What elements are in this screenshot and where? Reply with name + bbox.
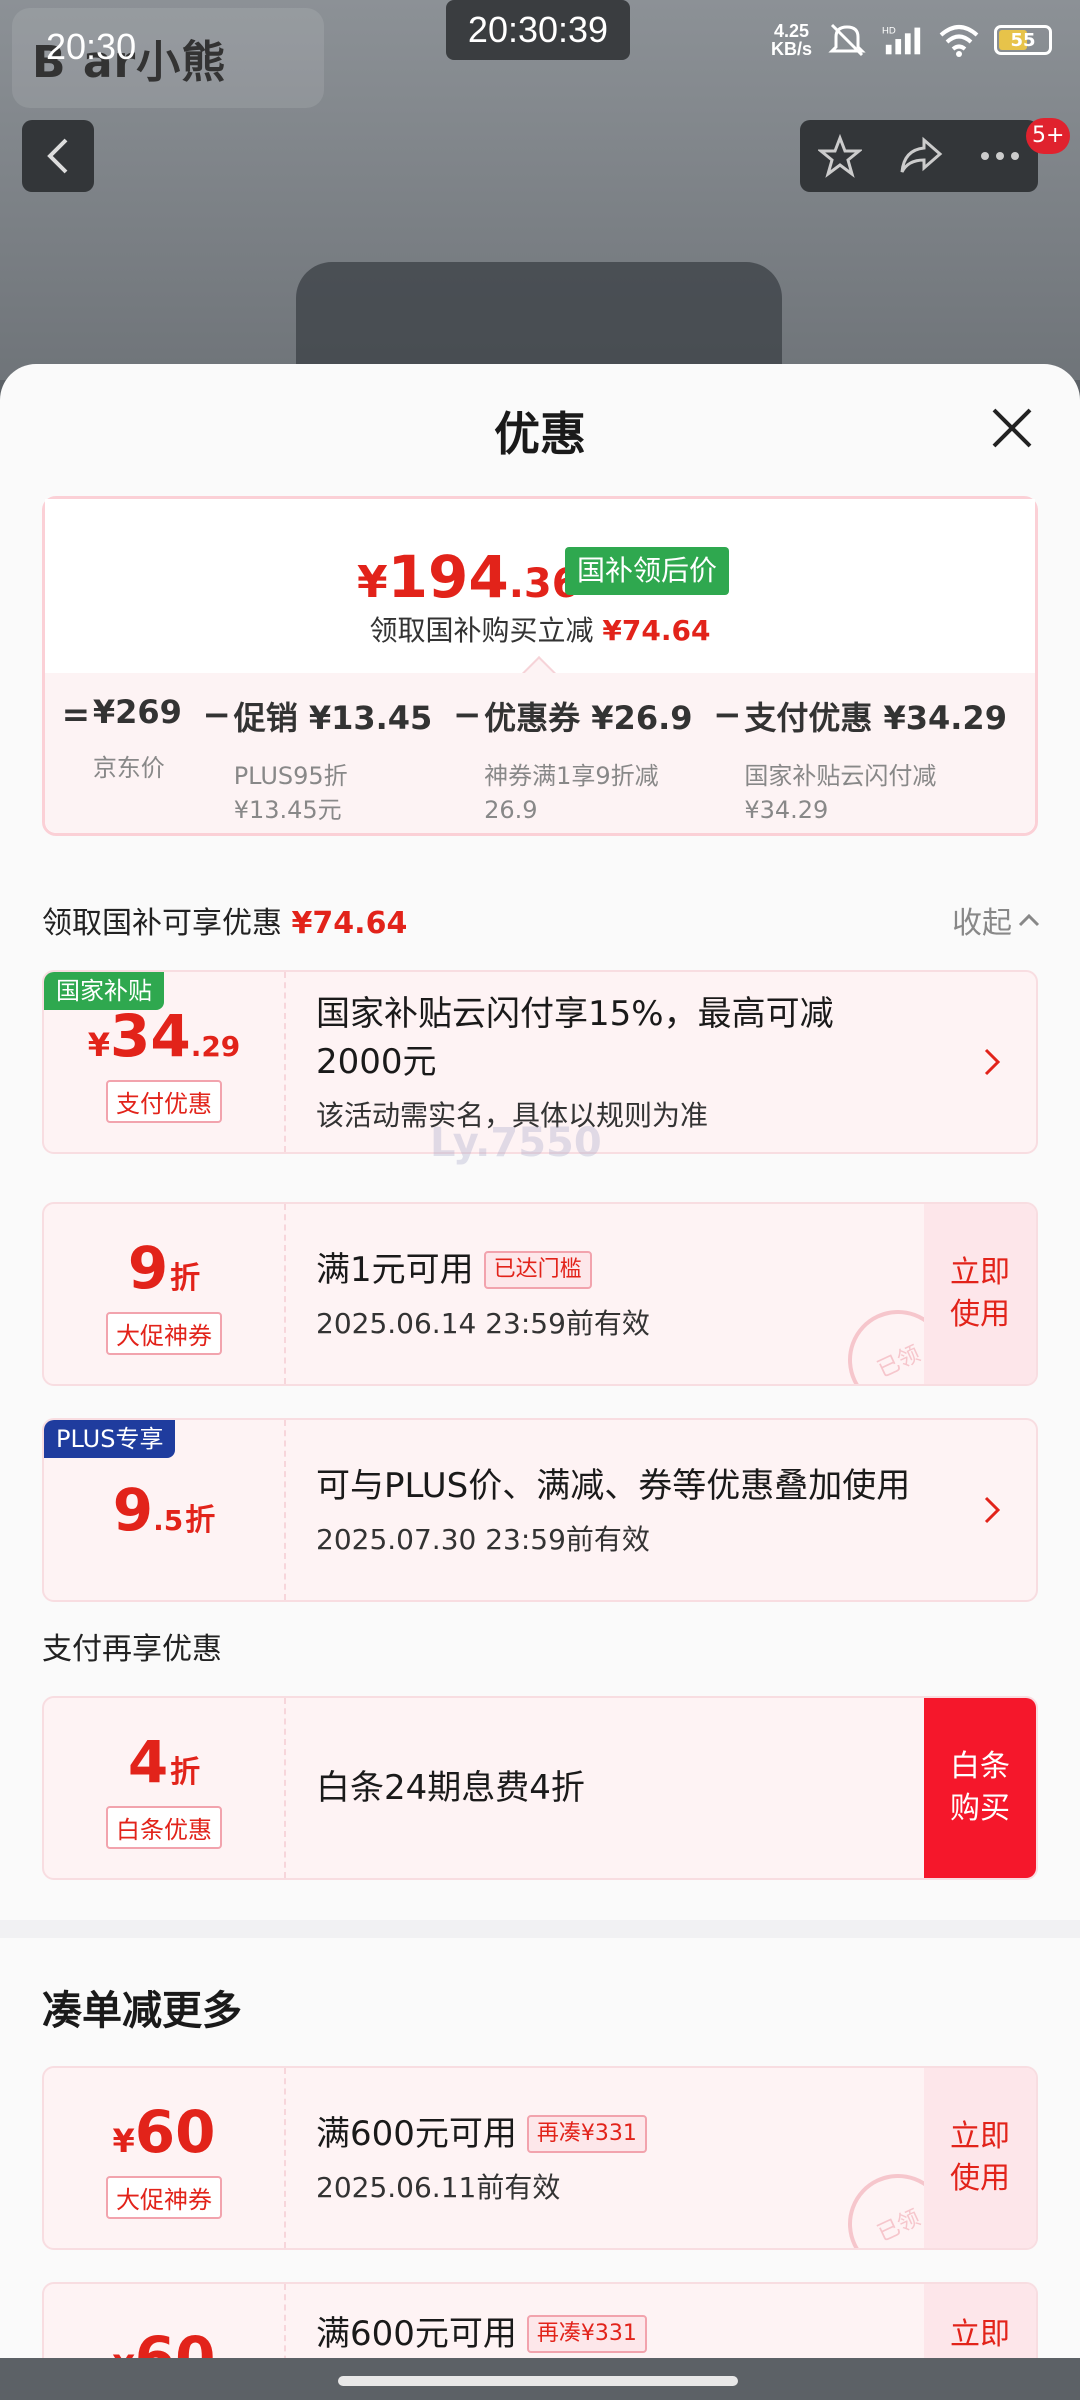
coupon-text: 满1元可用 已达门槛 2025.06.14 23:59前有效 bbox=[316, 1250, 650, 1340]
minus-sign: − bbox=[713, 695, 742, 735]
chevron-right-icon bbox=[984, 1496, 1001, 1524]
net-speed: 4.25 KB/s bbox=[770, 21, 812, 59]
coupon-value: 4折 白条优惠 bbox=[44, 1698, 286, 1878]
coupon-tag: 支付优惠 bbox=[106, 1079, 222, 1123]
coupon-600-threshold[interactable]: ¥60 大促神券 满600元可用 再凑¥331 2025.06.11前有效 已领 … bbox=[42, 2066, 1038, 2250]
use-now-button[interactable]: 立即 使用 bbox=[924, 2068, 1036, 2248]
star-icon[interactable] bbox=[818, 134, 862, 178]
reduce-line: 领取国补购买立减 ¥74.64 bbox=[369, 614, 711, 647]
section-subsidy-header: 领取国补可享优惠 ¥74.64 bbox=[42, 906, 408, 941]
status-clock: 20:30:39 bbox=[446, 0, 630, 60]
baitiao-buy-button[interactable]: 白条 购买 bbox=[924, 1698, 1036, 1878]
notification-badge: 5+ bbox=[1026, 118, 1071, 154]
coupon-text: 白条24期息费4折 bbox=[316, 1768, 585, 1808]
coupon-text: 满600元可用 再凑¥331 2025.06.11前有效 bbox=[316, 2068, 916, 2248]
svg-text:HD: HD bbox=[882, 25, 896, 36]
minus-sign: − bbox=[202, 695, 232, 735]
watermark: Ly.7550 bbox=[430, 1120, 602, 1166]
status-icons: 4.25 KB/s HD 55 bbox=[771, 22, 1052, 58]
price-formula-area: = ¥269 京东价 − 促销 ¥13.45 PLUS95折 ¥13.45元 − … bbox=[45, 673, 1035, 833]
mute-icon bbox=[826, 22, 868, 58]
more-section-title: 凑单减更多 bbox=[42, 1988, 242, 2034]
coupon-plus-exclusive[interactable]: 9.5 折 PLUS专享 可与PLUS价、满减、券等优惠叠加使用 2025.07.… bbox=[42, 1418, 1038, 1602]
battery-icon: 55 bbox=[994, 25, 1052, 55]
coupon-tag: 大促神券 bbox=[106, 1311, 222, 1355]
corner-badge: PLUS专享 bbox=[44, 1420, 176, 1458]
coupon-value: ¥60 大促神券 bbox=[44, 2068, 286, 2248]
section-payment-header: 支付再享优惠 bbox=[42, 1632, 222, 1667]
equals-sign: = bbox=[61, 695, 91, 735]
price-breakdown-card: ¥194.36 国补领后价 领取国补购买立减 ¥74.64 = ¥269 京东价… bbox=[42, 496, 1038, 836]
final-price: ¥194.36 bbox=[357, 543, 580, 611]
close-icon[interactable] bbox=[988, 404, 1036, 452]
top-action-bar bbox=[800, 120, 1038, 192]
chevron-right-icon bbox=[984, 1048, 1001, 1076]
minus-sign: − bbox=[452, 695, 482, 735]
threshold-pill: 已达门槛 bbox=[483, 1251, 592, 1289]
add-more-pill: 再凑¥331 bbox=[526, 2315, 647, 2353]
coupon-text: 可与PLUS价、满减、券等优惠叠加使用 2025.07.30 23:59前有效 bbox=[316, 1466, 911, 1556]
wifi-icon bbox=[938, 22, 980, 58]
coupon-tag: 大促神券 bbox=[106, 2175, 222, 2219]
sheet-title: 优惠 bbox=[494, 407, 586, 461]
discount-sheet: 优惠 ¥194.36 国补领后价 领取国补购买立减 ¥74.64 = ¥269 … bbox=[0, 364, 1080, 2400]
chevron-up-icon bbox=[1018, 913, 1040, 927]
price-formula: = ¥269 京东价 − 促销 ¥13.45 PLUS95折 ¥13.45元 − … bbox=[59, 693, 1025, 827]
signal-icon: HD bbox=[882, 22, 924, 58]
collapse-button[interactable]: 收起 bbox=[952, 898, 1040, 942]
coupon-tag: 白条优惠 bbox=[106, 1805, 222, 1849]
use-now-button[interactable]: 立即 使用 bbox=[924, 1204, 1036, 1384]
formula-term-jd-price: ¥269 京东价 bbox=[92, 693, 182, 782]
back-button[interactable] bbox=[22, 120, 94, 192]
formula-term-payment: 支付优惠 ¥34.29 国家补贴云闪付减 ¥34.29 bbox=[744, 699, 1007, 824]
share-icon[interactable] bbox=[898, 136, 944, 176]
section-divider bbox=[0, 1920, 1080, 1938]
subsidy-price-tag: 国补领后价 bbox=[565, 547, 730, 595]
coupon-baitiao[interactable]: 4折 白条优惠 白条24期息费4折 白条 购买 bbox=[42, 1696, 1038, 1880]
formula-term-coupon: 优惠券 ¥26.9 神券满1享9折减 26.9 bbox=[484, 699, 693, 824]
final-price-area: ¥194.36 国补领后价 领取国补购买立减 ¥74.64 bbox=[45, 499, 1035, 673]
home-indicator[interactable] bbox=[338, 2376, 738, 2386]
status-time: 20:30 bbox=[46, 26, 137, 67]
add-more-pill: 再凑¥331 bbox=[526, 2115, 647, 2153]
coupon-9-discount[interactable]: 9折 大促神券 满1元可用 已达门槛 2025.06.14 23:59前有效 已领… bbox=[42, 1202, 1038, 1386]
coupon-text: 国家补贴云闪付享15%，最高可减2000元 该活动需实名，具体以规则为准 bbox=[316, 994, 834, 1132]
corner-badge: 国家补贴 bbox=[44, 972, 164, 1010]
more-icon[interactable] bbox=[980, 151, 1020, 161]
chevron-left-icon bbox=[47, 138, 68, 174]
coupon-value: 9折 大促神券 bbox=[44, 1204, 286, 1384]
formula-term-promo: 促销 ¥13.45 PLUS95折 ¥13.45元 bbox=[233, 699, 433, 824]
